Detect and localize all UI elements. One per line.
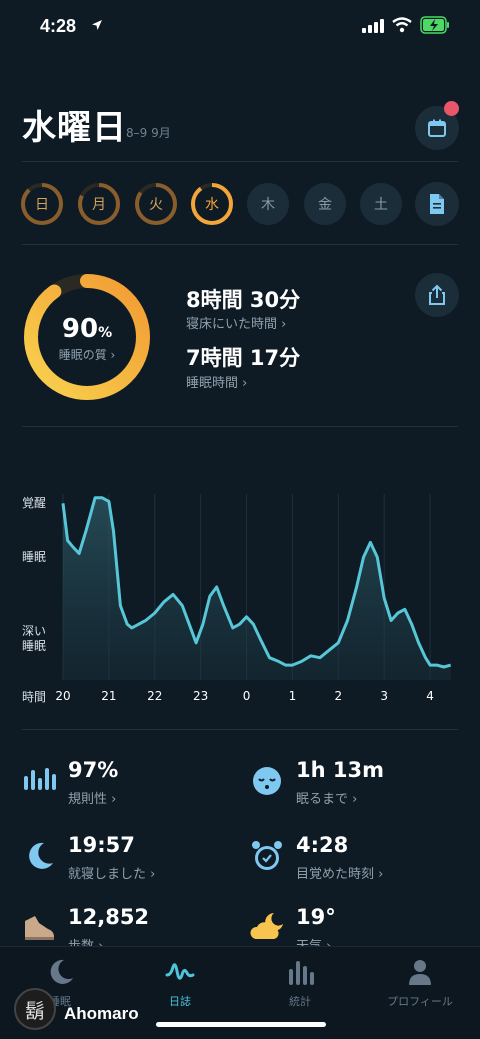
sleep-cycle-chart: 20 21 22 23 0 1 2 3 4 覚醒 睡眠 深い 睡眠 時間 bbox=[0, 480, 480, 710]
divider bbox=[22, 426, 458, 427]
metric-value: 1h 13m bbox=[296, 758, 384, 782]
tab-stats[interactable]: 統計 bbox=[240, 957, 360, 1009]
wave-icon bbox=[165, 963, 195, 980]
x-tick-label: 1 bbox=[289, 689, 297, 703]
location-arrow-icon bbox=[92, 20, 102, 30]
metric-value: 12,852 bbox=[68, 905, 150, 929]
status-bar: 4:28 bbox=[0, 0, 480, 54]
metric-sleep-latency[interactable]: 1h 13m 眠るまで › bbox=[250, 758, 450, 808]
metric-label: 規則性 › bbox=[68, 792, 117, 807]
shoe-icon bbox=[25, 916, 54, 940]
header: 水曜日 bbox=[22, 100, 127, 149]
alarm-clock-icon bbox=[252, 841, 282, 870]
day-label: 日 bbox=[35, 197, 49, 213]
day-sunday[interactable]: 日 bbox=[20, 182, 64, 226]
metric-value: 19° bbox=[296, 905, 336, 929]
watermark-logo: 鬍 bbox=[14, 988, 56, 1030]
watermark-name: Ahomaro bbox=[64, 1004, 139, 1023]
signal-icon bbox=[362, 19, 384, 33]
sleep-quality-ring[interactable]: 90% 睡眠の質 › bbox=[20, 270, 154, 404]
metric-value: 19:57 bbox=[68, 833, 135, 857]
page-title: 水曜日 bbox=[22, 108, 127, 148]
day-label: 月 bbox=[92, 197, 106, 213]
share-icon bbox=[429, 284, 445, 305]
day-saturday[interactable]: 土 bbox=[359, 182, 403, 226]
wifi-icon bbox=[392, 17, 412, 33]
moon-icon bbox=[50, 959, 73, 984]
day-wednesday[interactable]: 水 bbox=[190, 182, 234, 226]
divider bbox=[22, 244, 458, 245]
stats-icon bbox=[289, 961, 314, 985]
share-button[interactable] bbox=[415, 273, 459, 317]
sleep-area bbox=[63, 497, 451, 680]
metric-wake-time[interactable]: 4:28 目覚めた時刻 › bbox=[250, 833, 450, 883]
day-label: 土 bbox=[374, 197, 388, 213]
sleep-time-link[interactable]: 睡眠時間 › bbox=[186, 372, 247, 391]
metric-regularity[interactable]: 97% 規則性 › bbox=[22, 758, 222, 808]
tab-label: プロフィール bbox=[387, 995, 453, 1008]
x-tick-label: 4 bbox=[426, 689, 434, 703]
divider bbox=[22, 729, 458, 730]
x-tick-label: 2 bbox=[334, 689, 342, 703]
day-label: 火 bbox=[149, 197, 163, 213]
day-tuesday[interactable]: 火 bbox=[134, 182, 178, 226]
x-tick-label: 22 bbox=[147, 689, 162, 703]
day-friday[interactable]: 金 bbox=[303, 182, 347, 226]
x-tick-label: 23 bbox=[193, 689, 208, 703]
sleep-time-value: 7時間 17分 bbox=[186, 346, 301, 370]
date-range: 8–9 9月 bbox=[126, 126, 171, 140]
week-selector: 日 月 火 水 木 金 土 bbox=[20, 182, 466, 226]
quality-percent: 90% bbox=[20, 314, 154, 344]
metric-value: 4:28 bbox=[296, 833, 349, 857]
metric-bedtime[interactable]: 19:57 就寝しました › bbox=[22, 833, 222, 883]
status-time: 4:28 bbox=[40, 16, 77, 36]
notification-dot bbox=[444, 101, 459, 116]
time-in-bed-value: 8時間 30分 bbox=[186, 288, 301, 312]
tab-journal[interactable]: 日誌 bbox=[120, 957, 240, 1009]
metric-label: 眠るまで › bbox=[296, 792, 358, 807]
day-label: 水 bbox=[205, 197, 219, 213]
cloud-moon-icon bbox=[250, 913, 283, 939]
day-thursday[interactable]: 木 bbox=[246, 182, 290, 226]
home-indicator[interactable] bbox=[156, 1022, 326, 1027]
tab-profile[interactable]: プロフィール bbox=[360, 957, 480, 1009]
document-icon bbox=[430, 194, 444, 214]
quality-label: 睡眠の質 › bbox=[58, 348, 116, 362]
x-tick-label: 3 bbox=[380, 689, 388, 703]
y-label-deep-sleep: 深い 睡眠 bbox=[22, 624, 47, 653]
notes-button[interactable] bbox=[415, 182, 459, 226]
calendar-icon bbox=[428, 119, 446, 137]
sleepy-face-icon bbox=[253, 767, 281, 795]
divider bbox=[22, 161, 458, 162]
sleep-chart-svg: 20 21 22 23 0 1 2 3 4 bbox=[55, 494, 452, 703]
battery-charging-icon bbox=[420, 16, 449, 34]
x-tick-label: 0 bbox=[243, 689, 251, 703]
day-label: 木 bbox=[261, 197, 275, 213]
day-monday[interactable]: 月 bbox=[77, 182, 121, 226]
moon-icon bbox=[29, 842, 53, 869]
person-icon bbox=[409, 960, 431, 985]
metric-label: 就寝しました › bbox=[68, 867, 156, 882]
bars-icon bbox=[24, 768, 56, 790]
metric-value: 97% bbox=[68, 758, 119, 782]
quality-value: 90 bbox=[61, 314, 99, 344]
day-label: 金 bbox=[318, 197, 332, 213]
time-in-bed-link[interactable]: 寝床にいた時間 › bbox=[186, 313, 286, 332]
y-label-sleep: 睡眠 bbox=[22, 550, 47, 564]
y-label-awake: 覚醒 bbox=[22, 496, 47, 510]
x-axis-label: 時間 bbox=[22, 690, 47, 704]
x-tick-label: 20 bbox=[55, 689, 70, 703]
quality-unit: % bbox=[98, 325, 113, 341]
tab-label: 統計 bbox=[289, 995, 311, 1008]
metric-label: 目覚めた時刻 › bbox=[296, 867, 384, 882]
x-tick-label: 21 bbox=[101, 689, 116, 703]
